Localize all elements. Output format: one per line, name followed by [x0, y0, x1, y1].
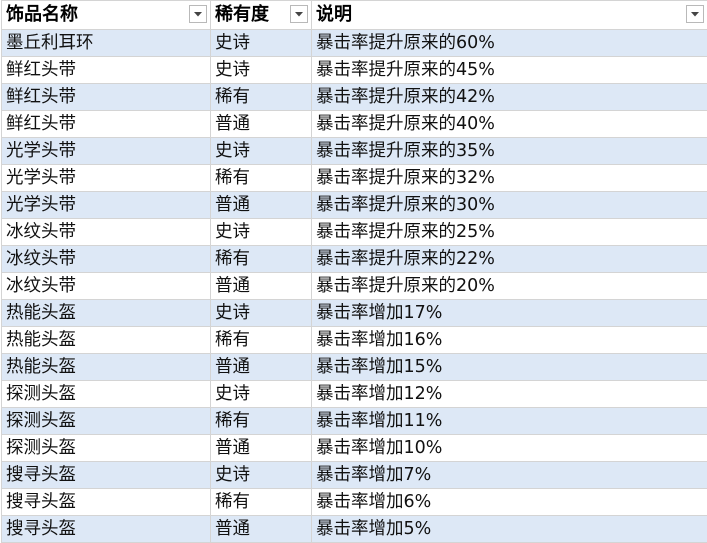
cell-desc[interactable]: 暴击率提升原来的25% [312, 219, 707, 246]
dropdown-arrow-icon [690, 11, 700, 18]
cell-name[interactable]: 墨丘利耳环 [2, 30, 211, 57]
table-row: 光学头带 普通 暴击率提升原来的30% [2, 192, 707, 219]
table-row: 光学头带 史诗 暴击率提升原来的35% [2, 138, 707, 165]
cell-rarity[interactable]: 史诗 [211, 138, 312, 165]
cell-rarity[interactable]: 普通 [211, 516, 312, 543]
column-header-rarity-label: 稀有度 [215, 1, 269, 29]
cell-desc[interactable]: 暴击率提升原来的45% [312, 57, 707, 84]
cell-name[interactable]: 搜寻头盔 [2, 462, 211, 489]
data-table: 饰品名称 稀有度 说明 [1, 0, 707, 543]
column-header-name[interactable]: 饰品名称 [2, 1, 211, 30]
filter-button-rarity[interactable] [290, 5, 308, 23]
cell-rarity[interactable]: 史诗 [211, 381, 312, 408]
cell-desc[interactable]: 暴击率提升原来的40% [312, 111, 707, 138]
cell-desc[interactable]: 暴击率增加10% [312, 435, 707, 462]
cell-name[interactable]: 光学头带 [2, 192, 211, 219]
cell-desc[interactable]: 暴击率增加16% [312, 327, 707, 354]
table-row: 光学头带 稀有 暴击率提升原来的32% [2, 165, 707, 192]
cell-rarity[interactable]: 稀有 [211, 489, 312, 516]
cell-name[interactable]: 热能头盔 [2, 300, 211, 327]
cell-rarity[interactable]: 稀有 [211, 327, 312, 354]
cell-name[interactable]: 搜寻头盔 [2, 489, 211, 516]
table-row: 探测头盔 稀有 暴击率增加11% [2, 408, 707, 435]
cell-rarity[interactable]: 史诗 [211, 462, 312, 489]
cell-desc[interactable]: 暴击率提升原来的22% [312, 246, 707, 273]
cell-desc[interactable]: 暴击率提升原来的32% [312, 165, 707, 192]
table-row: 墨丘利耳环 史诗 暴击率提升原来的60% [2, 30, 707, 57]
cell-name[interactable]: 热能头盔 [2, 327, 211, 354]
cell-rarity[interactable]: 史诗 [211, 300, 312, 327]
table-row: 热能头盔 史诗 暴击率增加17% [2, 300, 707, 327]
cell-name[interactable]: 光学头带 [2, 138, 211, 165]
cell-desc[interactable]: 暴击率提升原来的60% [312, 30, 707, 57]
table-row: 冰纹头带 稀有 暴击率提升原来的22% [2, 246, 707, 273]
cell-name[interactable]: 热能头盔 [2, 354, 211, 381]
cell-desc[interactable]: 暴击率提升原来的30% [312, 192, 707, 219]
cell-name[interactable]: 鲜红头带 [2, 84, 211, 111]
table-row: 探测头盔 普通 暴击率增加10% [2, 435, 707, 462]
spreadsheet: 饰品名称 稀有度 说明 [0, 0, 707, 542]
cell-name[interactable]: 鲜红头带 [2, 111, 211, 138]
cell-desc[interactable]: 暴击率增加17% [312, 300, 707, 327]
dropdown-arrow-icon [294, 11, 304, 18]
table-row: 探测头盔 史诗 暴击率增加12% [2, 381, 707, 408]
cell-desc[interactable]: 暴击率增加7% [312, 462, 707, 489]
table-row: 鲜红头带 史诗 暴击率提升原来的45% [2, 57, 707, 84]
cell-rarity[interactable]: 稀有 [211, 408, 312, 435]
column-header-desc[interactable]: 说明 [312, 1, 707, 30]
filter-button-name[interactable] [189, 5, 207, 23]
cell-name[interactable]: 冰纹头带 [2, 246, 211, 273]
column-header-rarity[interactable]: 稀有度 [211, 1, 312, 30]
table-row: 热能头盔 稀有 暴击率增加16% [2, 327, 707, 354]
cell-rarity[interactable]: 史诗 [211, 57, 312, 84]
cell-desc[interactable]: 暴击率增加15% [312, 354, 707, 381]
cell-desc[interactable]: 暴击率增加12% [312, 381, 707, 408]
cell-rarity[interactable]: 史诗 [211, 30, 312, 57]
table-row: 冰纹头带 普通 暴击率提升原来的20% [2, 273, 707, 300]
cell-name[interactable]: 搜寻头盔 [2, 516, 211, 543]
cell-rarity[interactable]: 普通 [211, 192, 312, 219]
cell-rarity[interactable]: 史诗 [211, 219, 312, 246]
table-row: 冰纹头带 史诗 暴击率提升原来的25% [2, 219, 707, 246]
cell-desc[interactable]: 暴击率增加5% [312, 516, 707, 543]
column-header-desc-label: 说明 [316, 1, 352, 29]
cell-rarity[interactable]: 稀有 [211, 165, 312, 192]
cell-rarity[interactable]: 普通 [211, 111, 312, 138]
cell-desc[interactable]: 暴击率增加11% [312, 408, 707, 435]
cell-rarity[interactable]: 稀有 [211, 84, 312, 111]
cell-name[interactable]: 冰纹头带 [2, 273, 211, 300]
table-row: 热能头盔 普通 暴击率增加15% [2, 354, 707, 381]
cell-name[interactable]: 探测头盔 [2, 435, 211, 462]
cell-desc[interactable]: 暴击率增加6% [312, 489, 707, 516]
table-row: 搜寻头盔 史诗 暴击率增加7% [2, 462, 707, 489]
cell-name[interactable]: 探测头盔 [2, 408, 211, 435]
cell-name[interactable]: 光学头带 [2, 165, 211, 192]
cell-rarity[interactable]: 普通 [211, 435, 312, 462]
cell-rarity[interactable]: 稀有 [211, 246, 312, 273]
cell-desc[interactable]: 暴击率提升原来的42% [312, 84, 707, 111]
table-row: 搜寻头盔 普通 暴击率增加5% [2, 516, 707, 543]
dropdown-arrow-icon [193, 11, 203, 18]
table-row: 鲜红头带 普通 暴击率提升原来的40% [2, 111, 707, 138]
cell-desc[interactable]: 暴击率提升原来的35% [312, 138, 707, 165]
cell-desc[interactable]: 暴击率提升原来的20% [312, 273, 707, 300]
cell-rarity[interactable]: 普通 [211, 273, 312, 300]
column-header-name-label: 饰品名称 [6, 1, 78, 29]
table-row: 搜寻头盔 稀有 暴击率增加6% [2, 489, 707, 516]
cell-rarity[interactable]: 普通 [211, 354, 312, 381]
header-row: 饰品名称 稀有度 说明 [2, 1, 707, 30]
cell-name[interactable]: 冰纹头带 [2, 219, 211, 246]
table-body: 墨丘利耳环 史诗 暴击率提升原来的60% 鲜红头带 史诗 暴击率提升原来的45%… [2, 30, 707, 543]
table-row: 鲜红头带 稀有 暴击率提升原来的42% [2, 84, 707, 111]
cell-name[interactable]: 探测头盔 [2, 381, 211, 408]
filter-button-desc[interactable] [686, 5, 704, 23]
cell-name[interactable]: 鲜红头带 [2, 57, 211, 84]
